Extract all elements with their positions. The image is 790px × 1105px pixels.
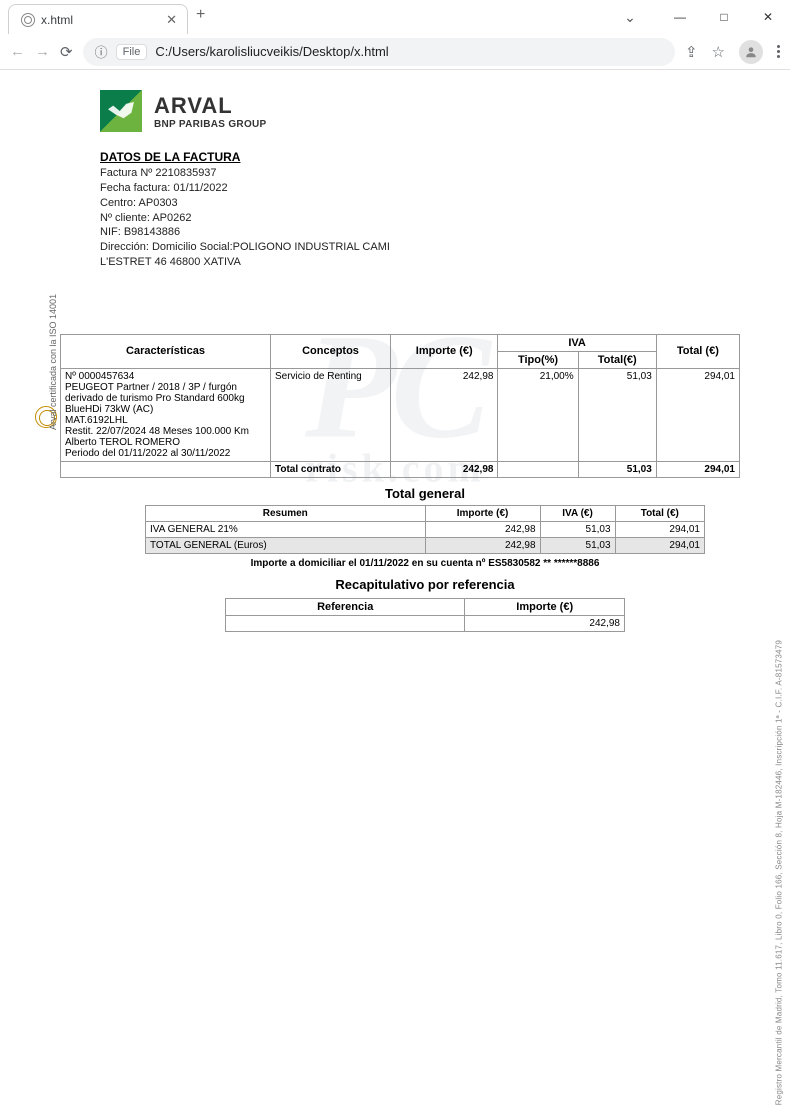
cell-total-vat: 51,03 — [578, 461, 656, 477]
cell-vat-total: 51,03 — [578, 368, 656, 461]
col-header: Importe (€) — [425, 505, 540, 521]
col-subheader: Tipo(%) — [498, 351, 578, 368]
cell-value: 294,01 — [615, 521, 704, 537]
logo-mark-icon — [100, 90, 142, 132]
line-items-table: Características Conceptos Importe (€) IV… — [60, 334, 740, 478]
col-header: IVA — [498, 334, 656, 351]
cell-amount: 242,98 — [391, 368, 498, 461]
col-header: Referencia — [226, 598, 465, 615]
cell-label: TOTAL GENERAL (Euros) — [146, 537, 426, 553]
bookmark-icon[interactable]: ☆ — [712, 43, 725, 61]
back-button[interactable]: ← — [10, 43, 25, 60]
cell-empty — [226, 615, 465, 631]
window-maximize-button[interactable]: □ — [702, 0, 746, 34]
cell-value: 294,01 — [615, 537, 704, 553]
brand-name: ARVAL — [154, 93, 267, 119]
cell-value: 242,98 — [465, 615, 625, 631]
col-header: Resumen — [146, 505, 426, 521]
cell-description: Nº 0000457634 PEUGEOT Partner / 2018 / 3… — [61, 368, 271, 461]
tab-overflow-icon[interactable]: ⌄ — [608, 0, 652, 34]
cell-total: 294,01 — [656, 368, 739, 461]
globe-icon — [21, 13, 35, 27]
invoice-line: Dirección: Domicilio Social:POLIGONO IND… — [100, 240, 750, 255]
cell-value: 242,98 — [425, 521, 540, 537]
reference-table: Referencia Importe (€) 242,98 — [225, 598, 625, 632]
new-tab-button[interactable]: + — [196, 6, 205, 28]
col-header: Características — [61, 334, 271, 368]
browser-titlebar: x.html ✕ + ⌄ ― □ ✕ — [0, 0, 790, 34]
url-scheme-chip: File — [116, 44, 148, 60]
col-header: Total (€) — [615, 505, 704, 521]
section-heading: Recapitulativo por referencia — [100, 577, 750, 592]
cell-value: 242,98 — [425, 537, 540, 553]
cell-empty — [498, 461, 578, 477]
cell-grand-total: 294,01 — [656, 461, 739, 477]
invoice-line: NIF: B98143886 — [100, 225, 750, 240]
cell-value: 51,03 — [540, 521, 615, 537]
close-tab-icon[interactable]: ✕ — [166, 12, 177, 28]
url-text: C:/Users/karolisliucveikis/Desktop/x.htm… — [155, 44, 388, 59]
browser-tab[interactable]: x.html ✕ — [8, 4, 188, 34]
invoice-line: Centro: AP0303 — [100, 196, 750, 211]
window-minimize-button[interactable]: ― — [658, 0, 702, 34]
col-subheader: Total(€) — [578, 351, 656, 368]
cell-total-amount: 242,98 — [391, 461, 498, 477]
address-bar[interactable]: ⓘ File C:/Users/karolisliucveikis/Deskto… — [83, 38, 675, 66]
tab-title: x.html — [41, 13, 73, 27]
reload-button[interactable]: ⟳ — [60, 43, 73, 61]
menu-icon[interactable] — [777, 45, 780, 58]
section-heading: DATOS DE LA FACTURA — [100, 150, 750, 164]
cell-total-label: Total contrato — [271, 461, 391, 477]
section-heading: Total general — [100, 486, 750, 501]
cell-value: 51,03 — [540, 537, 615, 553]
registry-footer-text: Registro Mercantil de Madrid, Tomo 11.61… — [774, 640, 783, 1105]
cell-vat-rate: 21,00% — [498, 368, 578, 461]
cell-label: IVA GENERAL 21% — [146, 521, 426, 537]
brand-subtitle: BNP PARIBAS GROUP — [154, 119, 267, 130]
invoice-line: Fecha factura: 01/11/2022 — [100, 181, 750, 196]
browser-toolbar: ← → ⟳ ⓘ File C:/Users/karolisliucveikis/… — [0, 34, 790, 70]
col-header: Importe (€) — [465, 598, 625, 615]
invoice-line: Factura Nº 2210835937 — [100, 166, 750, 181]
col-header: IVA (€) — [540, 505, 615, 521]
share-icon[interactable]: ⇪ — [685, 43, 698, 61]
invoice-line: Nº cliente: AP0262 — [100, 211, 750, 226]
invoice-line: L'ESTRET 46 46800 XATIVA — [100, 255, 750, 270]
window-close-button[interactable]: ✕ — [746, 0, 790, 34]
iso-cert-text: Arval certificada con la ISO 14001 — [48, 294, 58, 430]
col-header: Total (€) — [656, 334, 739, 368]
cell-empty — [61, 461, 271, 477]
cell-concept: Servicio de Renting — [271, 368, 391, 461]
col-header: Conceptos — [271, 334, 391, 368]
file-icon: ⓘ — [95, 42, 108, 61]
summary-table: Resumen Importe (€) IVA (€) Total (€) IV… — [145, 505, 705, 554]
invoice-details: DATOS DE LA FACTURA Factura Nº 221083593… — [100, 150, 750, 270]
col-header: Importe (€) — [391, 334, 498, 368]
forward-button[interactable]: → — [35, 43, 50, 60]
profile-avatar[interactable] — [739, 40, 763, 64]
direct-debit-note: Importe a domiciliar el 01/11/2022 en su… — [100, 558, 750, 569]
brand-logo: ARVAL BNP PARIBAS GROUP — [100, 90, 750, 132]
